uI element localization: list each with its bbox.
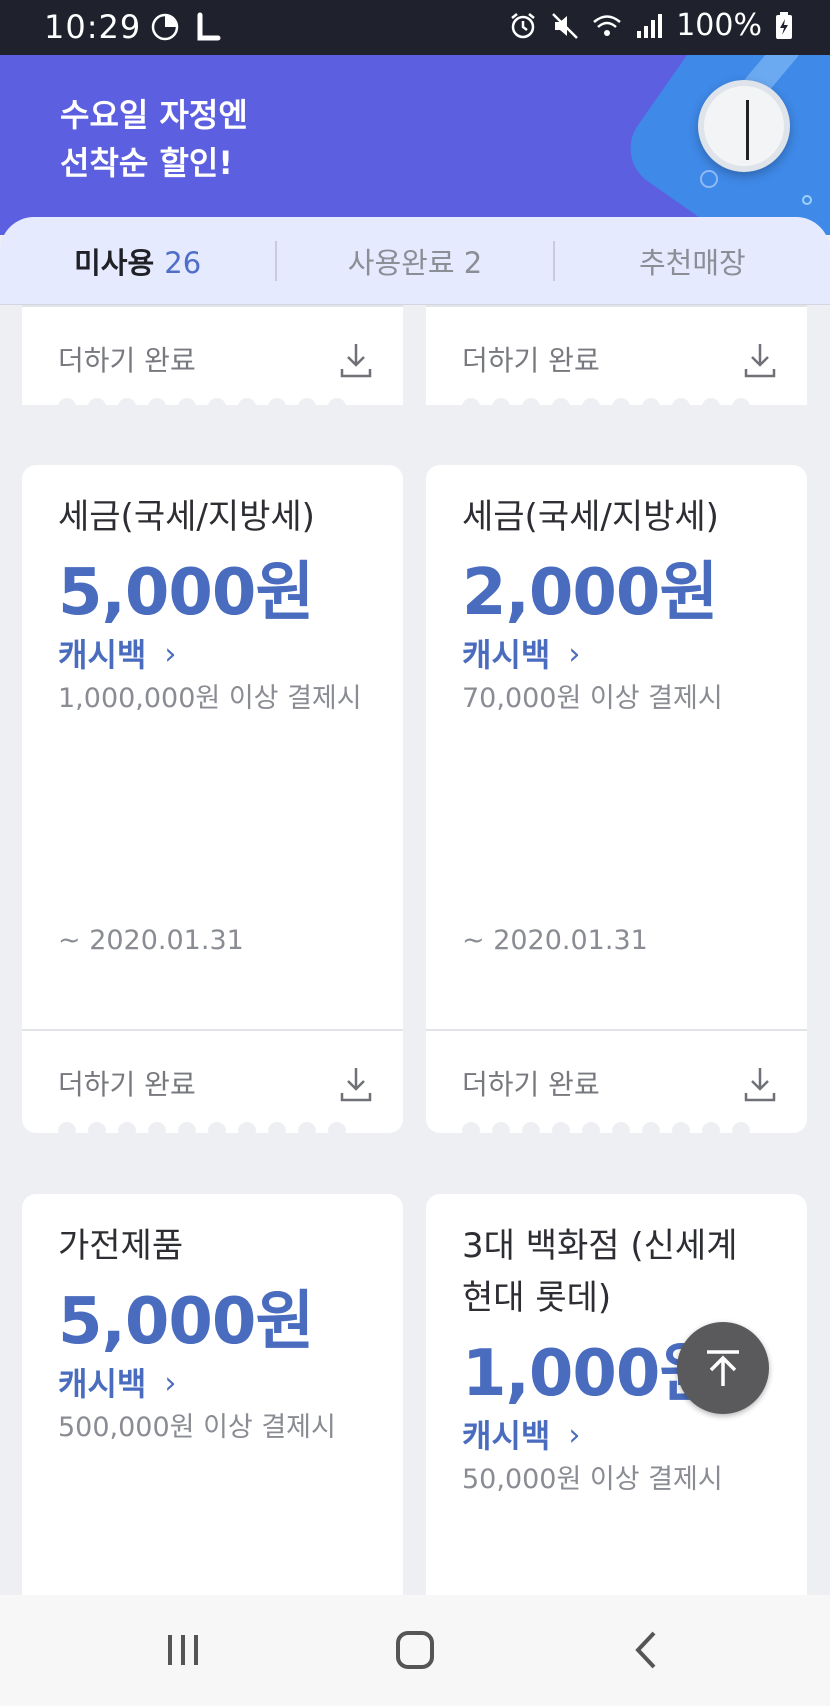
tab-recommended-stores[interactable]: 추천매장 <box>555 240 830 282</box>
cashback-label: 캐시백 <box>58 636 147 674</box>
tab-label: 미사용 <box>74 245 155 280</box>
home-icon[interactable] <box>390 1625 440 1675</box>
tab-unused[interactable]: 미사용 26 <box>0 240 275 282</box>
banner-line-2: 선착순 할인! <box>60 144 233 182</box>
coupon-condition: 500,000원 이상 결제시 <box>58 1412 336 1443</box>
coupon-amount: 5,000원 <box>58 1285 314 1359</box>
perforation <box>462 398 750 416</box>
add-complete-label: 더하기 완료 <box>462 1068 600 1101</box>
add-complete-label: 더하기 완료 <box>58 1068 196 1101</box>
chevron-right-icon: › <box>568 637 581 672</box>
scroll-to-top-button[interactable] <box>677 1322 769 1414</box>
cashback-label: 캐시백 <box>58 1365 147 1403</box>
cashback-link[interactable]: 캐시백 › <box>58 1362 367 1406</box>
chevron-right-icon: › <box>164 1366 177 1401</box>
coupon-footer: 더하기 완료 <box>426 1029 807 1140</box>
add-complete-label: 더하기 완료 <box>462 344 600 377</box>
cashback-link[interactable]: 캐시백 › <box>58 633 367 677</box>
coupon-footer: 더하기 완료 <box>22 305 403 416</box>
download-icon[interactable] <box>339 341 373 379</box>
banner-decoration <box>802 195 812 205</box>
cashback-label: 캐시백 <box>462 636 551 674</box>
tab-label: 사용완료 2 <box>347 245 483 280</box>
perforation <box>58 1122 346 1140</box>
download-icon[interactable] <box>339 1065 373 1103</box>
status-time: 10:29 <box>44 8 142 46</box>
coupon-expiry: ~ 2020.01.31 <box>58 925 244 956</box>
coupon-title: 3대 백화점 (신세계 현대 롯데) <box>462 1220 771 1324</box>
alarm-icon <box>511 12 535 38</box>
download-icon[interactable] <box>743 1065 777 1103</box>
coupon-card[interactable]: 더하기 완료 <box>426 305 807 416</box>
cashback-link[interactable]: 캐시백 › <box>462 1414 771 1458</box>
tab-count: 26 <box>164 245 202 280</box>
chevron-right-icon: › <box>568 1418 581 1453</box>
coupon-condition: 1,000,000원 이상 결제시 <box>58 683 362 714</box>
cashback-link[interactable]: 캐시백 › <box>462 633 771 677</box>
coupon-title: 세금(국세/지방세) <box>462 497 719 537</box>
cashback-label: 캐시백 <box>462 1417 551 1455</box>
tab-used[interactable]: 사용완료 2 <box>277 240 552 282</box>
banner-decoration <box>700 170 718 188</box>
pie-chart-icon <box>151 13 179 41</box>
l-app-icon <box>197 12 221 41</box>
coupon-card[interactable]: 가전제품 5,000원 캐시백 › 500,000원 이상 결제시 <box>22 1194 403 1595</box>
coupon-title: 세금(국세/지방세) <box>58 497 315 537</box>
status-bar: 10:29 100% <box>0 0 830 55</box>
coupon-amount: 5,000원 <box>58 556 314 630</box>
banner-text: 수요일 자정엔 선착순 할인! <box>60 91 248 187</box>
coupon-card[interactable]: 세금(국세/지방세) 2,000원 캐시백 › 70,000원 이상 결제시 ~… <box>426 465 807 1140</box>
perforation <box>462 1122 750 1140</box>
system-nav-bar <box>0 1595 830 1706</box>
tab-label: 추천매장 <box>638 245 746 280</box>
coupon-footer: 더하기 완료 <box>426 305 807 416</box>
coupon-title: 가전제품 <box>58 1226 184 1266</box>
coupon-title-line-2: 현대 롯데) <box>462 1278 612 1318</box>
coupon-tabs: 미사용 26 사용완료 2 추천매장 <box>0 217 830 305</box>
coupon-title-line-1: 3대 백화점 (신세계 <box>462 1226 738 1266</box>
coupon-card[interactable]: 세금(국세/지방세) 5,000원 캐시백 › 1,000,000원 이상 결제… <box>22 465 403 1140</box>
coupon-card[interactable]: 더하기 완료 <box>22 305 403 416</box>
coupon-footer: 더하기 완료 <box>22 1029 403 1140</box>
download-icon[interactable] <box>743 341 777 379</box>
back-icon[interactable] <box>622 1625 672 1675</box>
battery-percent: 100% <box>676 8 762 43</box>
banner-line-1: 수요일 자정엔 <box>60 96 248 134</box>
recent-apps-icon[interactable] <box>158 1625 208 1675</box>
coupon-amount: 2,000원 <box>462 556 718 630</box>
promo-banner[interactable]: 수요일 자정엔 선착순 할인! <box>0 55 830 235</box>
coupon-expiry: ~ 2020.01.31 <box>462 925 648 956</box>
mute-icon <box>552 12 579 39</box>
wifi-icon <box>593 14 622 36</box>
perforation <box>58 398 346 416</box>
add-complete-label: 더하기 완료 <box>58 344 196 377</box>
battery-charging-icon <box>776 11 792 39</box>
clock-icon <box>698 80 790 172</box>
coupon-condition: 50,000원 이상 결제시 <box>462 1464 723 1495</box>
arrow-up-icon <box>707 1350 739 1386</box>
coupon-condition: 70,000원 이상 결제시 <box>462 683 723 714</box>
chevron-right-icon: › <box>164 637 177 672</box>
signal-icon <box>637 13 663 38</box>
